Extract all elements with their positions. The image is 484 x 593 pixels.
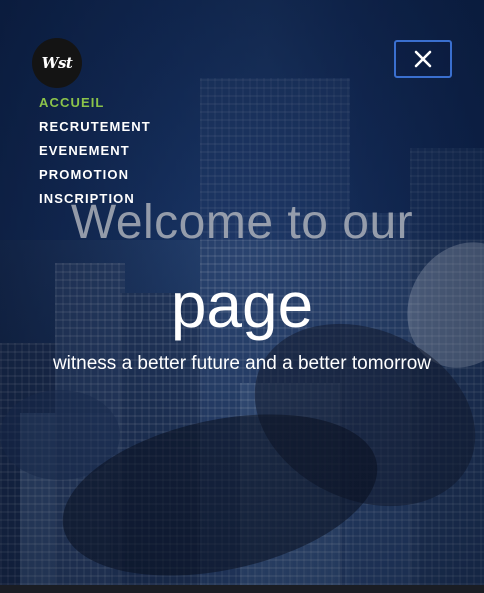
site-logo[interactable]: Wst bbox=[32, 38, 82, 88]
nav-item-evenement[interactable]: EVENEMENT bbox=[39, 142, 151, 166]
close-icon bbox=[414, 50, 432, 68]
close-menu-button[interactable] bbox=[394, 40, 452, 78]
nav-item-accueil[interactable]: ACCUEIL bbox=[39, 94, 151, 118]
hero-title-line1: Welcome to our bbox=[70, 196, 414, 249]
hero-section: Wst ACCUEIL RECRUTEMENT EVENEMENT PROMOT… bbox=[0, 0, 484, 593]
nav-item-promotion[interactable]: PROMOTION bbox=[39, 166, 151, 190]
hero-subtitle: witness a better future and a better tom… bbox=[52, 353, 432, 374]
nav-item-recrutement[interactable]: RECRUTEMENT bbox=[39, 118, 151, 142]
bottom-bar bbox=[0, 585, 484, 593]
hero-title-line2: page bbox=[170, 269, 314, 341]
logo-text: Wst bbox=[41, 54, 73, 72]
